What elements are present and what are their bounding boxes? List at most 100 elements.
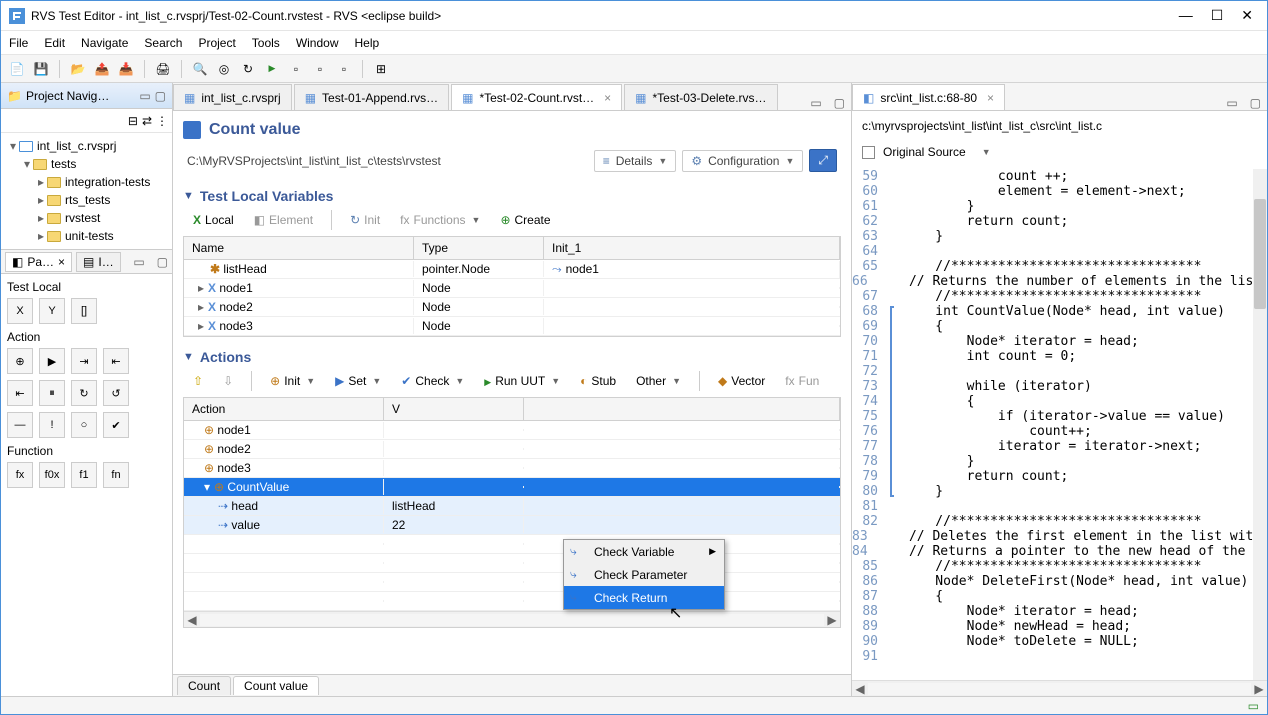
code-line[interactable]: 77 iterator = iterator->next; <box>852 439 1253 454</box>
code-line[interactable]: 82 //******************************** <box>852 514 1253 529</box>
editor-tab[interactable]: ▦Test-01-Append.rvs… <box>294 84 449 110</box>
code-line[interactable]: 91 <box>852 649 1253 664</box>
set-button[interactable]: ▶Set▼ <box>329 372 387 390</box>
minimize-view-icon[interactable]: ▭ <box>139 89 150 103</box>
code-line[interactable]: 74 { <box>852 394 1253 409</box>
menu-item[interactable]: ⤷Check Parameter <box>564 563 724 586</box>
tree-item[interactable]: ▾tests <box>7 155 166 173</box>
min-view-icon[interactable]: ▭ <box>1220 96 1243 110</box>
menu-item[interactable]: ⤷Check Variable▶ <box>564 540 724 563</box>
maximize-button[interactable]: ☐ <box>1211 7 1224 24</box>
code-line[interactable]: 65 //******************************** <box>852 259 1253 274</box>
actions-header[interactable]: ▼Actions <box>183 349 841 365</box>
col-type[interactable]: Type <box>414 237 544 259</box>
menu-navigate[interactable]: Navigate <box>81 36 128 50</box>
palette-button[interactable]: ↺ <box>103 380 129 406</box>
table-row[interactable] <box>184 535 840 554</box>
max-view-icon[interactable]: ▢ <box>1244 96 1267 110</box>
editor-tab[interactable]: ▦*Test-03-Delete.rvs… <box>624 84 777 110</box>
menu-help[interactable]: Help <box>355 36 380 50</box>
vertical-scrollbar[interactable] <box>1253 169 1267 680</box>
code-line[interactable]: 75 if (iterator->value == value) <box>852 409 1253 424</box>
run-icon[interactable] <box>262 59 282 79</box>
table-row[interactable] <box>184 554 840 573</box>
code-line[interactable]: 60 element = element->next; <box>852 184 1253 199</box>
maximize-view-icon[interactable]: ▢ <box>155 89 166 103</box>
view-control-icon[interactable]: ▢ <box>828 96 851 110</box>
init-action-button[interactable]: Init▼ <box>264 372 321 390</box>
collapse-all-icon[interactable]: ⊟ <box>128 114 138 128</box>
check-button[interactable]: ✔Check▼ <box>395 372 470 390</box>
col-init[interactable]: Init_1 <box>544 237 840 259</box>
palette-button[interactable]: ⇤ <box>103 348 129 374</box>
table-row[interactable]: ▸X node1Node <box>184 279 840 298</box>
table-row[interactable]: node3 <box>184 459 840 478</box>
close-button[interactable]: ✕ <box>1241 7 1253 24</box>
close-icon[interactable]: × <box>987 91 994 105</box>
search-icon[interactable]: 🔍 <box>190 59 210 79</box>
code-line[interactable]: 68 int CountValue(Node* head, int value) <box>852 304 1253 319</box>
print-icon[interactable]: 🖨 <box>153 59 173 79</box>
palette-button[interactable]: ⏸ <box>39 380 65 406</box>
col-value[interactable]: V <box>384 398 524 420</box>
create-button[interactable]: ⊕Create <box>494 211 556 229</box>
table-row[interactable]: headlistHead <box>184 497 840 516</box>
link-editor-icon[interactable]: ⇄ <box>142 114 152 128</box>
refresh-icon[interactable]: ↻ <box>238 59 258 79</box>
code-line[interactable]: 62 return count; <box>852 214 1253 229</box>
code-line[interactable]: 71 int count = 0; <box>852 349 1253 364</box>
table-row[interactable]: ▸X node3Node <box>184 317 840 336</box>
editor-tab[interactable]: ▦int_list_c.rvsprj <box>173 84 292 110</box>
min-view-icon[interactable]: ▭ <box>129 255 148 269</box>
palette-button[interactable]: f0x <box>39 462 65 488</box>
code-line[interactable]: 73 while (iterator) <box>852 379 1253 394</box>
code-line[interactable]: 69 { <box>852 319 1253 334</box>
code-line[interactable]: 90 Node* toDelete = NULL; <box>852 634 1253 649</box>
functions-button[interactable]: fxFunctions▼ <box>394 211 486 229</box>
code-line[interactable]: 83 // Deletes the first element in the l… <box>852 529 1253 544</box>
save-icon[interactable]: 💾 <box>31 59 51 79</box>
source-horizontal-scrollbar[interactable]: ◀▶ <box>852 680 1267 696</box>
palette-button[interactable]: fx <box>7 462 33 488</box>
palette-button[interactable]: ⇤ <box>7 380 33 406</box>
other-button[interactable]: Other▼ <box>630 372 687 390</box>
scrollbar-thumb[interactable] <box>1254 199 1266 309</box>
new-icon[interactable]: 📄 <box>7 59 27 79</box>
palette-button[interactable]: fn <box>103 462 129 488</box>
table-row[interactable]: ✱ listHeadpointer.Node⤳node1 <box>184 260 840 279</box>
code-line[interactable]: 72 <box>852 364 1253 379</box>
tree-item[interactable]: ▸rvstest <box>7 209 166 227</box>
palette-tab[interactable]: ◧Pa…× <box>5 252 72 272</box>
palette-button[interactable]: ✔ <box>103 412 129 438</box>
perspective-icon[interactable]: ⊞ <box>371 59 391 79</box>
code-line[interactable]: 89 Node* newHead = head; <box>852 619 1253 634</box>
code-line[interactable]: 76 count++; <box>852 424 1253 439</box>
chevron-down-icon[interactable]: ▼ <box>982 147 991 157</box>
table-row[interactable]: value22 <box>184 516 840 535</box>
init-button[interactable]: Init <box>344 211 386 229</box>
export-icon[interactable]: 📤 <box>92 59 112 79</box>
code-line[interactable]: 67 //******************************** <box>852 289 1253 304</box>
local-vars-header[interactable]: ▼Test Local Variables <box>183 188 841 204</box>
view-control-icon[interactable]: ▭ <box>804 96 827 110</box>
source-tab[interactable]: ◧ src\int_list.c:68-80 × <box>852 84 1005 110</box>
col-name[interactable]: Name <box>184 237 414 259</box>
box2-icon[interactable]: ▫ <box>310 59 330 79</box>
local-button[interactable]: XLocal <box>187 211 240 229</box>
code-line[interactable]: 80 } <box>852 484 1253 499</box>
palette-button[interactable]: ⇥ <box>71 348 97 374</box>
table-row[interactable]: node1 <box>184 421 840 440</box>
code-line[interactable]: 78 } <box>852 454 1253 469</box>
code-line[interactable]: 87 { <box>852 589 1253 604</box>
open-icon[interactable]: 📂 <box>68 59 88 79</box>
original-source-checkbox[interactable] <box>862 146 875 159</box>
box-icon[interactable]: ▫ <box>286 59 306 79</box>
vector-button[interactable]: ◆Vector <box>712 372 771 390</box>
menu-tools[interactable]: Tools <box>252 36 280 50</box>
bottom-tab-count[interactable]: Count <box>177 676 231 695</box>
table-row[interactable]: ▸X node2Node <box>184 298 840 317</box>
tree-item[interactable]: ▸integration-tests <box>7 173 166 191</box>
menu-item[interactable]: ⤷Check Return <box>564 586 724 609</box>
up-icon[interactable]: ⇧ <box>187 372 209 390</box>
palette-button[interactable]: ⊕ <box>7 348 33 374</box>
